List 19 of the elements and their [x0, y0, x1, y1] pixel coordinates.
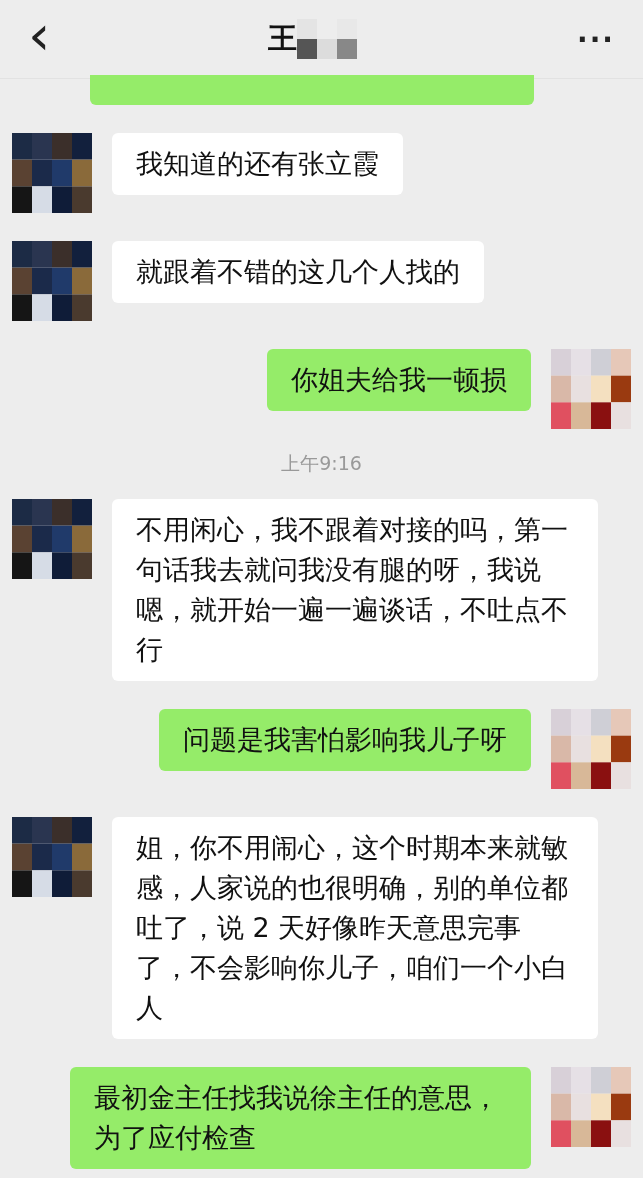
- avatar-icon: [12, 133, 92, 213]
- message-bubble: 就跟着不错的这几个人找的: [112, 241, 484, 303]
- message-bubble: 我知道的还有张立霞: [112, 133, 403, 195]
- message-bubble: 问题是我害怕影响我儿子呀: [159, 709, 531, 771]
- avatar-icon: [12, 241, 92, 321]
- message-bubble: 姐，你不用闹心，这个时期本来就敏感，人家说的也很明确，别的单位都吐了，说 2 天好像昨天意思完事了，不会影响你儿子，咱们一个小白人: [112, 817, 598, 1039]
- mosaic-drawing: [297, 19, 360, 59]
- avatar-icon: [551, 709, 631, 789]
- more-button[interactable]: ···: [571, 22, 621, 56]
- chat-title: 王: [268, 20, 298, 57]
- message-bubble: 你姐夫给我一顿损: [267, 349, 531, 411]
- message-bubble: 最初金主任找我说徐主任的意思，为了应付检查: [70, 1067, 531, 1169]
- avatar-icon: [12, 499, 92, 579]
- avatar-icon: [551, 1067, 631, 1147]
- back-button[interactable]: ‹: [22, 7, 57, 63]
- avatar-icon: [551, 349, 631, 429]
- timestamp: 上午9:16: [281, 451, 362, 476]
- avatar-icon: [12, 817, 92, 897]
- message-bubble: 不用闲心，我不跟着对接的吗，第一句话我去就问我没有腿的呀，我说嗯，就开始一遍一遍谈话，不吐点不行: [112, 499, 598, 681]
